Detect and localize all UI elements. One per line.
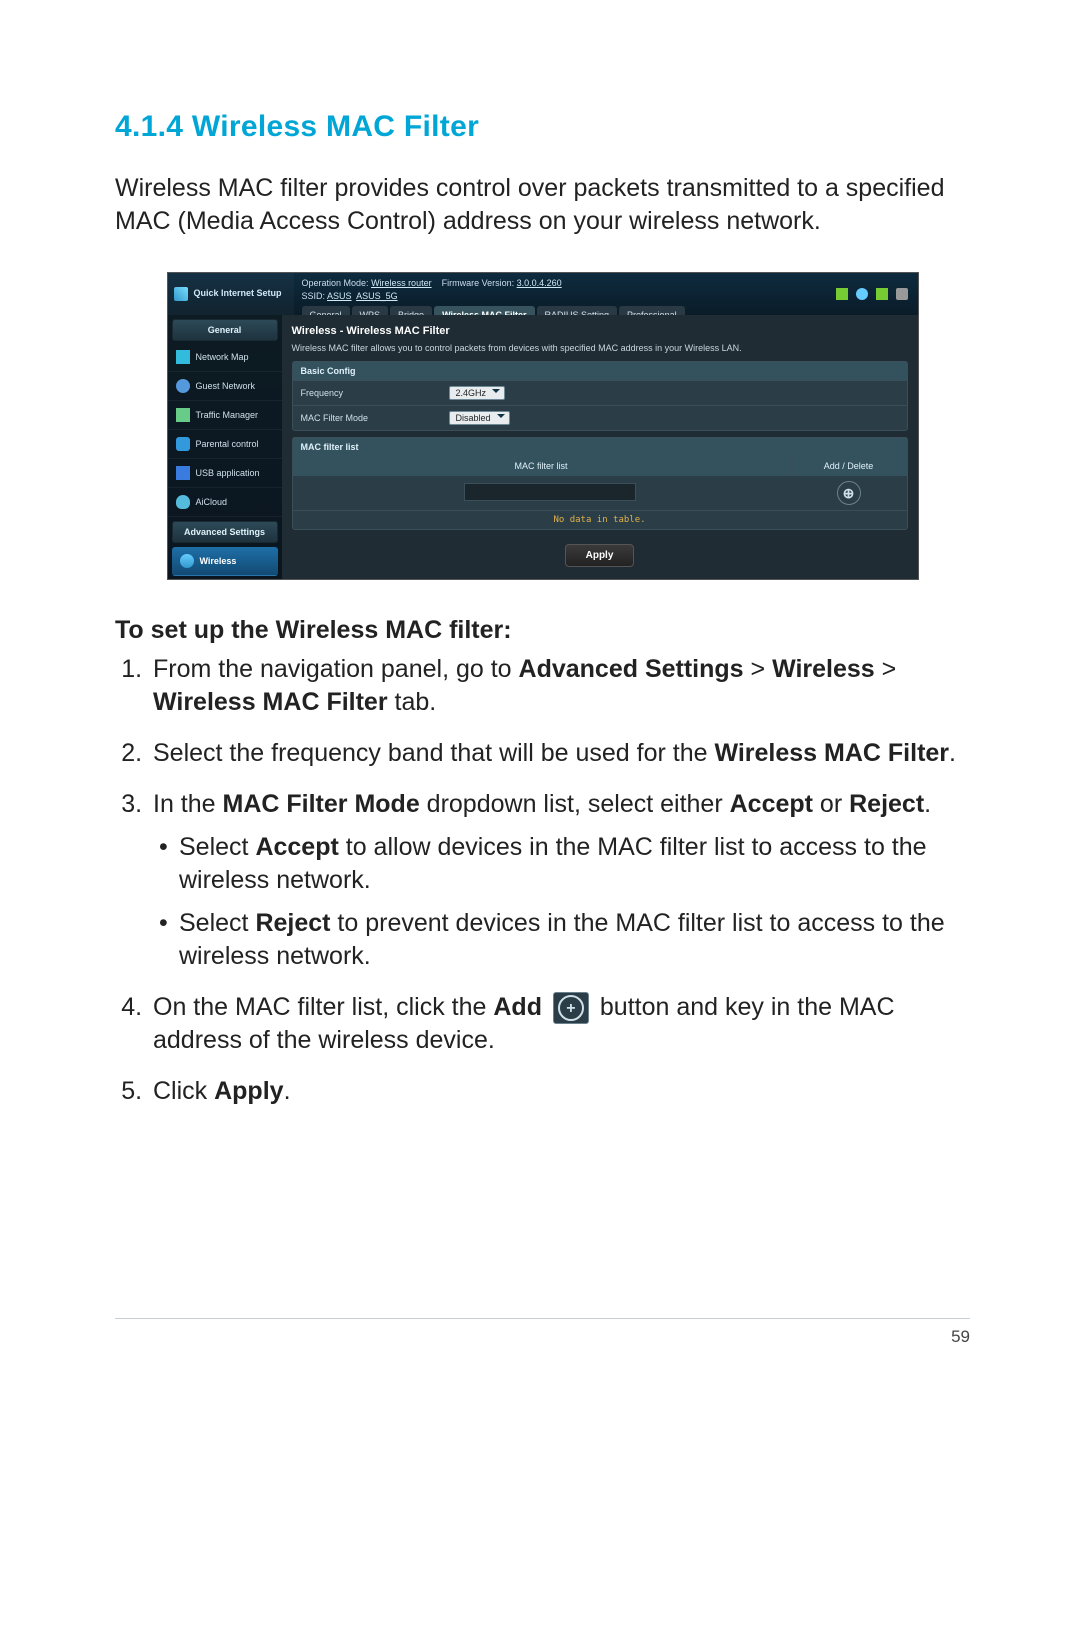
sidebar-item-wireless[interactable]: Wireless — [172, 547, 278, 576]
frequency-select[interactable]: 2.4GHz — [449, 386, 506, 400]
wireless-icon — [180, 554, 194, 568]
aicloud-icon — [176, 495, 190, 509]
sidebar-item-guest-network[interactable]: Guest Network — [168, 372, 282, 401]
quick-internet-setup[interactable]: Quick Internet Setup — [168, 273, 294, 315]
sidebar-cat-general: General — [172, 319, 278, 341]
mac-filter-mode-select[interactable]: Disabled — [449, 411, 510, 425]
sidebar-item-aicloud[interactable]: AiCloud — [168, 488, 282, 517]
lock-icon[interactable] — [896, 288, 908, 300]
no-data-message: No data in table. — [293, 510, 907, 529]
guest-network-icon — [176, 379, 190, 393]
sidebar-item-usb-application[interactable]: USB application — [168, 459, 282, 488]
sidebar-item-traffic-manager[interactable]: Traffic Manager — [168, 401, 282, 430]
page-number: 59 — [115, 1327, 970, 1347]
col-mac-filter-list: MAC filter list — [293, 456, 790, 476]
op-mode-value[interactable]: Wireless router — [371, 278, 432, 288]
plus-circle-icon: + — [558, 995, 584, 1021]
apply-button[interactable]: Apply — [565, 544, 635, 567]
network-map-icon — [176, 350, 190, 364]
mac-address-input[interactable] — [464, 483, 636, 501]
section-number: 4.1.4 — [115, 110, 183, 143]
usb-icon[interactable] — [876, 288, 888, 300]
mac-filter-mode-label: MAC Filter Mode — [301, 413, 441, 423]
ssid-1[interactable]: ASUS — [327, 291, 352, 301]
basic-config-header: Basic Config — [293, 362, 907, 380]
step-3-sub-2: Select Reject to prevent devices in the … — [159, 907, 970, 973]
sidebar: General Network Map Guest Network Traffi… — [168, 315, 282, 579]
main-panel: Wireless - Wireless MAC Filter Wireless … — [282, 315, 918, 579]
step-4: On the MAC filter list, click the Add + … — [149, 991, 970, 1057]
wand-icon — [174, 287, 188, 301]
sidebar-item-network-map[interactable]: Network Map — [168, 343, 282, 372]
sidebar-cat-advanced: Advanced Settings — [172, 521, 278, 543]
ssid-2[interactable]: ASUS_5G — [356, 291, 398, 301]
step-1: From the navigation panel, go to Advance… — [149, 653, 970, 719]
op-mode-label: Operation Mode: — [302, 278, 369, 288]
frequency-label: Frequency — [301, 388, 441, 398]
user-icon[interactable] — [836, 288, 848, 300]
footer-rule — [115, 1318, 970, 1319]
usb-application-icon — [176, 466, 190, 480]
fw-label: Firmware Version: — [442, 278, 515, 288]
instructions-heading: To set up the Wireless MAC filter: — [115, 616, 970, 645]
inline-add-icon: + — [553, 992, 589, 1024]
step-5: Click Apply. — [149, 1075, 970, 1108]
panel-desc: Wireless MAC filter allows you to contro… — [292, 343, 908, 353]
qis-label: Quick Internet Setup — [194, 289, 282, 299]
status-bar: Operation Mode: Wireless router Firmware… — [294, 273, 836, 315]
basic-config-box: Basic Config Frequency 2.4GHz MAC Filter… — [292, 361, 908, 431]
step-2: Select the frequency band that will be u… — [149, 737, 970, 770]
step-3-sub-1: Select Accept to allow devices in the MA… — [159, 831, 970, 897]
section-title-text: Wireless MAC Filter — [192, 110, 479, 143]
panel-title: Wireless - Wireless MAC Filter — [292, 325, 908, 337]
sidebar-item-parental-control[interactable]: Parental control — [168, 430, 282, 459]
instruction-steps: From the navigation panel, go to Advance… — [115, 653, 970, 1108]
step-3: In the MAC Filter Mode dropdown list, se… — [149, 788, 970, 973]
section-heading: 4.1.4 Wireless MAC Filter — [115, 110, 970, 144]
add-mac-button[interactable]: ⊕ — [837, 481, 861, 505]
col-add-delete: Add / Delete — [790, 456, 907, 476]
globe-icon[interactable] — [856, 288, 868, 300]
section-intro: Wireless MAC filter provides control ove… — [115, 172, 970, 238]
header-icons — [836, 273, 918, 315]
traffic-manager-icon — [176, 408, 190, 422]
mac-filter-list-box: MAC filter list MAC filter list Add / De… — [292, 437, 908, 530]
router-ui-screenshot: Quick Internet Setup Operation Mode: Wir… — [167, 272, 919, 580]
mac-filter-list-header: MAC filter list — [293, 438, 907, 456]
ssid-label: SSID: — [302, 291, 326, 301]
fw-value[interactable]: 3.0.0.4.260 — [517, 278, 562, 288]
parental-control-icon — [176, 437, 190, 451]
